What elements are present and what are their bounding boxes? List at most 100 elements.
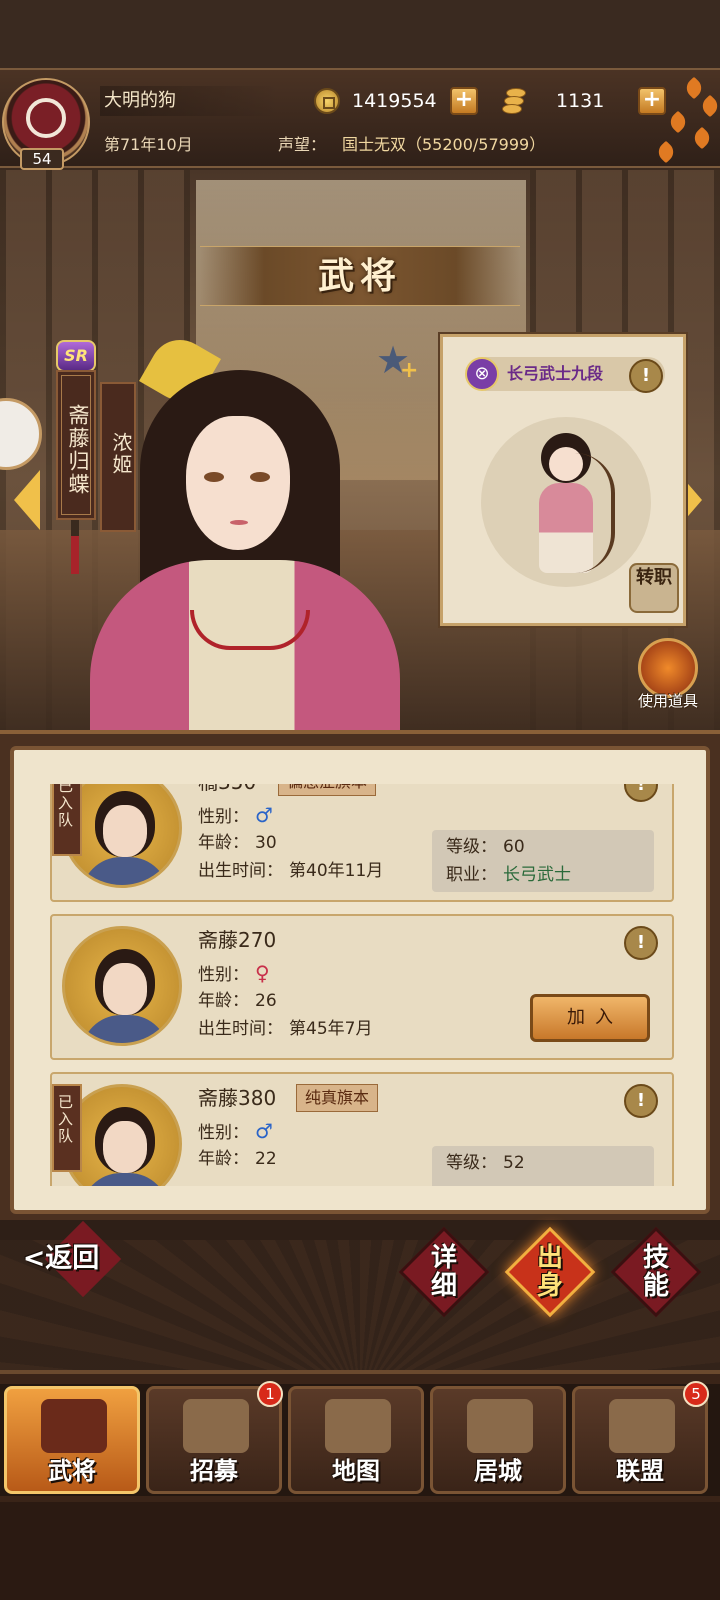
page-title-banner: 武将 [200, 246, 520, 306]
male-icon: ♂ [255, 803, 273, 827]
plus-icon: + [400, 358, 419, 383]
nav-label: 招募 [190, 1457, 238, 1485]
recruit-rack-icon [183, 1399, 249, 1453]
scroll-item-icon [638, 638, 698, 698]
gold-ingot-icon [500, 86, 528, 116]
gender-label: 性别： [198, 1123, 249, 1143]
class-card[interactable]: ⊗ 长弓武士九段 ! 转职 [440, 334, 686, 626]
scroll-tassel [71, 520, 79, 574]
change-job-button[interactable]: 转职 [629, 563, 679, 613]
top-status-bar: 54 大明的狗 1419554 + 1131 + 第71年10月 声望： 国士无… [0, 0, 720, 170]
nav-map[interactable]: 地图 [288, 1386, 424, 1494]
list-item[interactable]: 已入队 斋藤380 纯真旗本 ! 性别： ♂ 年龄： 22 等级： 52 [50, 1072, 674, 1186]
join-button[interactable]: 加入 [530, 994, 650, 1042]
list-item[interactable]: 斋藤270 ! 性别： ♀ 年龄： 26 出生时间： 第45年7月 加入 [50, 914, 674, 1060]
nav-alliance[interactable]: 联盟 5 [572, 1381, 709, 1494]
back-button[interactable]: <返回 [6, 1220, 122, 1298]
maple-leaves-decoration [650, 74, 720, 164]
back-label: <返回 [22, 1243, 100, 1274]
coin-amount: 1419554 [352, 90, 437, 112]
retainer-list-frame: 已入队 橋350 偏怠症旗本 ! 性别： ♂ 年龄： 30 出生时间： 第40年11月… [0, 730, 720, 1220]
portrait-body [81, 857, 169, 885]
retainer-list[interactable]: 已入队 橋350 偏怠症旗本 ! 性别： ♂ 年龄： 30 出生时间： 第40年11月… [38, 784, 686, 1186]
retainer-info-button[interactable]: ! [624, 926, 658, 960]
retainer-name: 斋藤270 [198, 928, 277, 952]
player-name: 大明的狗 [100, 86, 280, 116]
male-icon: ♂ [255, 1119, 273, 1143]
gender-label: 性别： [198, 807, 249, 827]
hero-eye [204, 472, 224, 482]
notification-badge: 1 [257, 1381, 283, 1407]
list-item[interactable]: 已入队 橋350 偏怠症旗本 ! 性别： ♂ 年龄： 30 出生时间： 第40年11月… [50, 784, 674, 902]
retainer-stats: 等级： 60 职业： 长弓武士 [432, 830, 654, 892]
job-value: 长弓武士 [503, 865, 571, 885]
archer-chibi-figure [529, 433, 615, 585]
nav-recruit[interactable]: 招募 1 [146, 1381, 283, 1494]
job-row: 职业： 长弓武士 [446, 862, 571, 888]
use-item-label: 使用道具 [637, 692, 698, 710]
samurai-helmet-icon [41, 1399, 107, 1453]
gold-amount: 1131 [556, 90, 605, 112]
birth-value: 第45年7月 [289, 1019, 373, 1039]
clan-emblem-icon [26, 98, 66, 138]
class-info-button[interactable]: ! [629, 359, 663, 393]
tab-origin-label: 出身 [536, 1243, 579, 1301]
tab-skills-label: 技能 [642, 1243, 685, 1301]
level-row: 等级： 52 [446, 1150, 525, 1176]
hero-face [186, 416, 290, 550]
portrait-body [81, 1015, 169, 1043]
bottom-navigation: 武将 招募 1 地图 居城 联盟 5 [0, 1370, 720, 1600]
age-row: 年龄： 22 [198, 1146, 277, 1172]
star-upgrade-button[interactable]: ★ + [374, 340, 418, 384]
age-label: 年龄： [198, 991, 249, 1011]
birth-value: 第40年11月 [289, 861, 384, 881]
level-value: 52 [503, 1153, 525, 1173]
nav-label: 联盟 [616, 1457, 664, 1485]
nav-label: 武将 [48, 1457, 96, 1485]
birth-label: 出生时间： [198, 1019, 283, 1039]
tab-origin[interactable]: 出身 [504, 1226, 596, 1318]
gender-row: 性别： ♂ [198, 802, 273, 830]
portrait-body [81, 1173, 169, 1186]
nav-castle[interactable]: 居城 [430, 1386, 566, 1494]
age-label: 年龄： [198, 1149, 249, 1169]
coin-icon [314, 88, 340, 114]
hero-nickname-scroll: 浓姬 [100, 382, 136, 532]
job-label: 职业： [446, 865, 497, 885]
class-name: 长弓武士九段 [507, 364, 604, 383]
add-coins-button[interactable]: + [450, 87, 478, 115]
nav-label: 居城 [474, 1457, 522, 1485]
hero-name: 斋藤归蝶 [66, 404, 90, 496]
retainer-name: 斋藤380 [198, 1086, 277, 1110]
retainer-name: 橋350 [198, 784, 256, 796]
gender-label: 性别： [198, 965, 249, 985]
tab-detail[interactable]: 详细 [398, 1226, 490, 1318]
notification-badge: 5 [683, 1381, 709, 1407]
retainer-portrait [62, 926, 182, 1046]
hero-lip [230, 520, 248, 525]
birth-row: 出生时间： 第45年7月 [198, 1016, 372, 1042]
action-row: <返回 详细 出身 技能 [0, 1220, 720, 1370]
birth-label: 出生时间： [198, 861, 283, 881]
player-level-badge: 54 [20, 148, 64, 170]
retainer-stats: 等级： 52 [432, 1146, 654, 1186]
nav-footer [0, 1502, 720, 1600]
in-team-label: 已入队 [56, 1094, 74, 1145]
trait-tag: 纯真旗本 [296, 1084, 379, 1112]
level-label: 等级： [446, 1153, 497, 1173]
hero-nickname: 浓姬 [109, 432, 133, 476]
age-value: 22 [255, 1149, 277, 1169]
use-item-button[interactable]: 使用道具 [628, 638, 708, 718]
map-scroll-icon [325, 1399, 391, 1453]
nav-generals[interactable]: 武将 [4, 1386, 140, 1494]
fame-value: 国士无双（55200/57999） [342, 135, 546, 154]
in-team-ribbon: 已入队 [52, 784, 82, 856]
tab-detail-label: 详细 [430, 1243, 473, 1301]
age-row: 年龄： 30 [198, 830, 277, 856]
fame-label: 声望： [278, 135, 327, 154]
prev-arrow-icon[interactable] [14, 470, 40, 530]
tab-skills[interactable]: 技能 [610, 1226, 702, 1318]
gender-row: 性别： ♀ [198, 960, 270, 988]
retainer-info-button[interactable]: ! [624, 784, 658, 802]
retainer-info-button[interactable]: ! [624, 1084, 658, 1118]
